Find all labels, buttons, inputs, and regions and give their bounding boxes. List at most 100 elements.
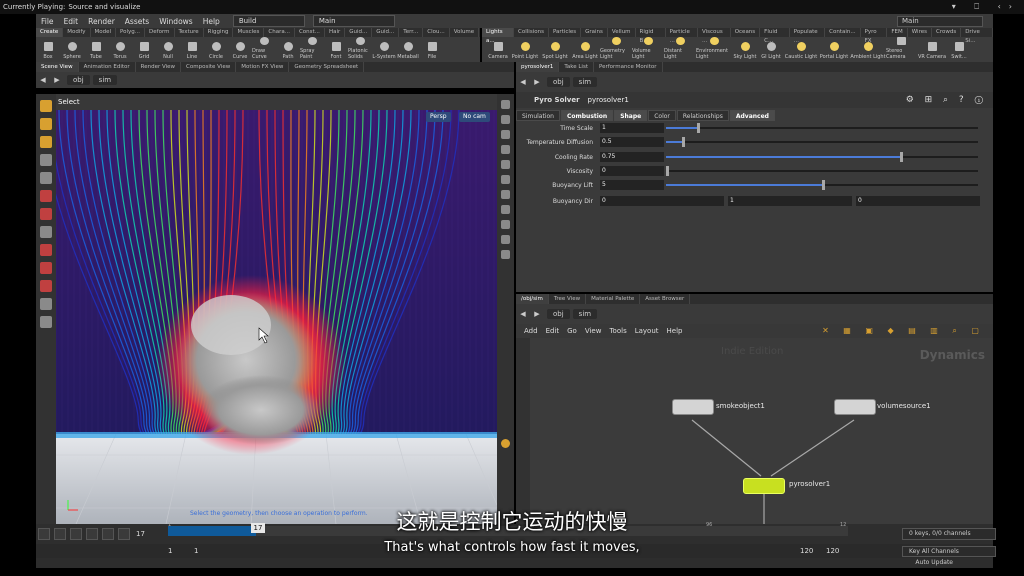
shelf-tab[interactable]: Lights a... xyxy=(482,28,515,44)
shelf-tab[interactable]: Deform xyxy=(145,28,175,37)
node-name-field[interactable]: pyrosolver1 xyxy=(588,96,629,104)
network-editor[interactable]: Indie Edition Dynamics smokeobject1 volu… xyxy=(516,338,993,524)
tool-box[interactable]: Box xyxy=(36,37,60,62)
shelf-tab[interactable]: Wires xyxy=(908,28,932,37)
tool-ambient-light[interactable]: Ambient Light xyxy=(850,37,886,62)
3d-viewport[interactable]: Persp No cam xyxy=(56,110,497,524)
render-icon[interactable] xyxy=(40,316,52,328)
buoyancy-dir-y-field[interactable]: 1 xyxy=(728,196,852,206)
lock-icon[interactable] xyxy=(40,172,52,184)
shelf-tab[interactable]: Particle ... xyxy=(666,28,698,44)
tool-portal-light[interactable]: Portal Light xyxy=(818,37,850,62)
tab-pyrosolver1[interactable]: pyrosolver1 xyxy=(516,62,560,72)
back-arrow-icon[interactable]: ◀ xyxy=(36,76,50,84)
shelf-tab[interactable]: Grains xyxy=(581,28,608,37)
param-slider[interactable] xyxy=(666,123,978,133)
tab-take-list[interactable]: Take List xyxy=(559,62,594,72)
desktop-select[interactable]: Build xyxy=(232,15,305,27)
render-region-icon[interactable] xyxy=(501,439,510,448)
tab-motion-fx-view[interactable]: Motion FX View xyxy=(236,62,290,72)
background-icon[interactable] xyxy=(501,235,510,244)
pose-tool-icon[interactable] xyxy=(40,154,52,166)
shading-icon[interactable] xyxy=(501,130,510,139)
breadcrumb-sim[interactable]: sim xyxy=(572,77,598,87)
camera-menu[interactable]: No cam xyxy=(459,112,490,122)
tab-composite-view[interactable]: Composite View xyxy=(181,62,237,72)
tab-scene-view[interactable]: Scene View xyxy=(36,62,79,72)
tool-geometry-light[interactable]: Geometry Light xyxy=(600,37,632,62)
buoyancy-dir-x-field[interactable]: 0 xyxy=(600,196,724,206)
visibility-icon[interactable] xyxy=(501,175,510,184)
node-smokeobject1[interactable] xyxy=(672,399,714,415)
shelf-tab[interactable]: Guid... xyxy=(345,28,373,37)
transform-tool-icon[interactable] xyxy=(40,118,52,130)
right-session-select[interactable]: Main xyxy=(897,16,983,27)
net-menu-layout[interactable]: Layout xyxy=(635,327,659,335)
tab-combustion[interactable]: Combustion xyxy=(560,110,614,121)
back-arrow-icon[interactable]: ◀ xyxy=(516,78,530,86)
tool-sky-light[interactable]: Sky Light xyxy=(732,37,758,62)
param-slider[interactable] xyxy=(666,152,978,162)
tool-point-light[interactable]: Point Light xyxy=(510,37,540,62)
slider-handle[interactable] xyxy=(900,152,903,162)
shelf-tab[interactable]: Muscles xyxy=(233,28,265,37)
tool-torus[interactable]: Torus xyxy=(108,37,132,62)
window-controls[interactable]: ▾ ⎕ ‹› xyxy=(952,2,1020,12)
shelf-tab[interactable]: Volume xyxy=(450,28,480,37)
tool-file[interactable]: File xyxy=(420,37,444,62)
tool-path[interactable]: Path xyxy=(276,37,300,62)
points-icon[interactable] xyxy=(501,190,510,199)
tool-volume-light[interactable]: Volume Light xyxy=(632,37,664,62)
ghost-icon[interactable] xyxy=(501,160,510,169)
tab-shape[interactable]: Shape xyxy=(614,110,648,121)
shelf-tab[interactable]: Texture xyxy=(175,28,204,37)
tab-animation-editor[interactable]: Animation Editor xyxy=(79,62,136,72)
param-slider[interactable] xyxy=(666,137,978,147)
tab-relationships[interactable]: Relationships xyxy=(676,110,729,121)
tab-color[interactable]: Color xyxy=(648,110,676,121)
shelf-tab[interactable]: Fluid C... xyxy=(760,28,790,44)
breadcrumb-obj[interactable]: obj xyxy=(547,77,570,87)
forward-arrow-icon[interactable]: ▶ xyxy=(530,310,544,318)
net-menu-go[interactable]: Go xyxy=(567,327,577,335)
tool-vr-camera[interactable]: VR Camera xyxy=(916,37,948,62)
shelf-tab[interactable]: Guid... xyxy=(372,28,400,37)
tab-tree-view[interactable]: Tree View xyxy=(549,294,587,304)
tool-environment-light[interactable]: Environment Light xyxy=(696,37,732,62)
tab-performance-monitor[interactable]: Performance Monitor xyxy=(594,62,663,72)
tool-null[interactable]: Null xyxy=(156,37,180,62)
auto-update-menu[interactable]: Auto Update xyxy=(915,559,953,566)
param-header-icons[interactable]: ⚙ ⊞ ⌕ ? ⓘ xyxy=(906,95,987,105)
shelf-tab[interactable]: Pyro FX xyxy=(861,28,888,44)
param-value-field[interactable]: 0 xyxy=(600,166,664,176)
param-value-field[interactable]: 5 xyxy=(600,180,664,190)
tab-geometry-spreadsheet[interactable]: Geometry Spreadsheet xyxy=(289,62,365,72)
shelf-tab[interactable]: Const... xyxy=(295,28,325,37)
tool-grid[interactable]: Grid xyxy=(132,37,156,62)
grid-display-icon[interactable] xyxy=(501,250,510,259)
slider-handle[interactable] xyxy=(822,180,825,190)
shelf-tab[interactable]: Collisions xyxy=(514,28,549,37)
rotate-tool-icon[interactable] xyxy=(40,136,52,148)
shelf-tab[interactable]: Create xyxy=(36,28,64,37)
net-menu-view[interactable]: View xyxy=(585,327,602,335)
tab-material-palette[interactable]: Material Palette xyxy=(586,294,641,304)
back-arrow-icon[interactable]: ◀ xyxy=(516,310,530,318)
uv-icon[interactable] xyxy=(501,220,510,229)
brush-icon[interactable] xyxy=(40,262,52,274)
paint-icon[interactable] xyxy=(40,244,52,256)
breadcrumb-sim[interactable]: sim xyxy=(92,75,118,85)
tool-metaball[interactable]: Metaball xyxy=(396,37,420,62)
tool-font[interactable]: Font xyxy=(324,37,348,62)
buoyancy-dir-z-field[interactable]: 0 xyxy=(856,196,980,206)
slider-handle[interactable] xyxy=(681,137,685,147)
tab-asset-browser[interactable]: Asset Browser xyxy=(640,294,691,304)
tool-distant-light[interactable]: Distant Light xyxy=(664,37,696,62)
tool-tube[interactable]: Tube xyxy=(84,37,108,62)
network-toolbar-icons[interactable]: ✕ ▦ ▣ ◆ ▤ ▥ ⌕ ▢ xyxy=(822,326,985,336)
shelf-tab[interactable]: Hair xyxy=(325,28,346,37)
shelf-tab[interactable]: Model xyxy=(91,28,117,37)
shelf-tab[interactable]: Crowds xyxy=(932,28,962,37)
shelf-tab[interactable]: Polyg... xyxy=(116,28,146,37)
net-menu-add[interactable]: Add xyxy=(524,327,538,335)
